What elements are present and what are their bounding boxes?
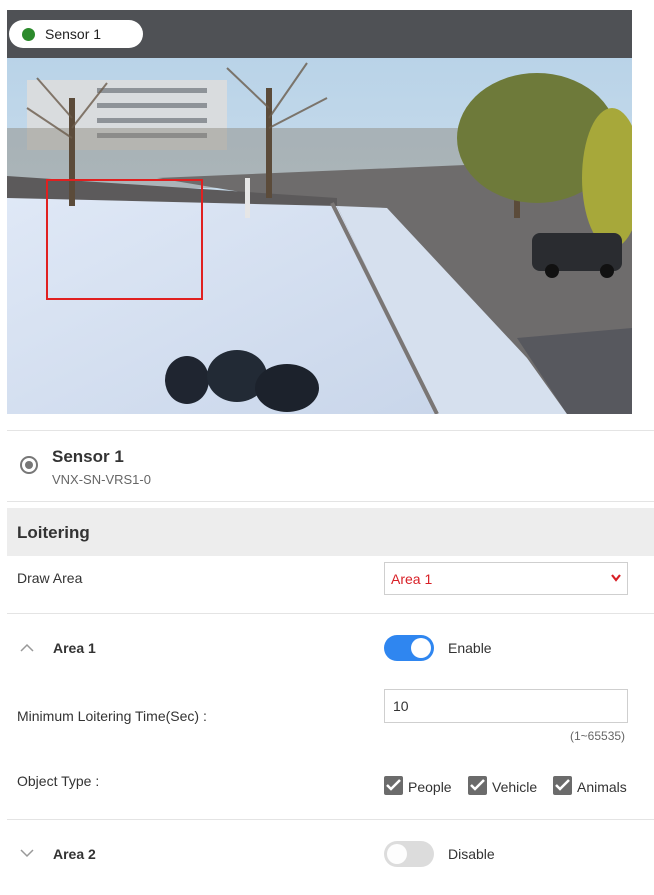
animals-checkbox[interactable] [553,776,572,795]
camera-selector[interactable]: Sensor 1 [9,20,143,48]
animals-label: Animals [577,779,627,795]
draw-area-selected: Area 1 [391,571,433,587]
checkmark-icon [470,779,485,791]
status-dot-icon [22,27,35,41]
area1-title[interactable]: Area 1 [53,640,96,656]
loitering-area-box[interactable] [46,179,203,300]
loitering-settings-page: Sensor 1 Sensor 1 VNX-SN-VRS1-0 Loiterin… [0,0,654,895]
camera-name: Sensor 1 [45,26,102,42]
camera-preview: Sensor 1 [7,10,632,414]
chevron-down-icon [611,574,621,582]
area1-toggle-label: Enable [448,640,492,656]
people-checkbox[interactable] [384,776,403,795]
vehicle-checkbox[interactable] [468,776,487,795]
sensor-radio[interactable] [20,456,38,474]
toggle-knob [411,638,431,658]
preview-toolbar: Sensor 1 [7,10,632,58]
sensor-title: Sensor 1 [52,447,124,466]
checkmark-icon [386,779,401,791]
draw-area-label: Draw Area [17,570,83,586]
checkmark-icon [555,779,570,791]
toggle-knob [387,844,407,864]
area2-enable-toggle[interactable] [384,841,434,867]
area2-toggle-label: Disable [448,846,495,862]
divider [7,613,654,614]
draw-area-select[interactable]: Area 1 [384,562,628,595]
sensor-id: VNX-SN-VRS1-0 [52,472,151,487]
object-type-label: Object Type : [17,773,100,789]
min-time-range-hint: (1~65535) [570,729,626,743]
divider [7,501,654,502]
vehicle-label: Vehicle [492,779,538,795]
divider [7,819,654,820]
divider [7,430,654,431]
min-time-label: Minimum Loitering Time(Sec) : [17,708,207,724]
min-time-input[interactable] [384,689,628,723]
area2-title[interactable]: Area 2 [53,846,96,862]
chevron-up-icon[interactable] [20,643,34,653]
section-header: Loitering [7,508,654,556]
people-label: People [408,779,452,795]
section-title: Loitering [17,523,90,542]
area1-enable-toggle[interactable] [384,635,434,661]
chevron-down-icon[interactable] [20,848,34,858]
